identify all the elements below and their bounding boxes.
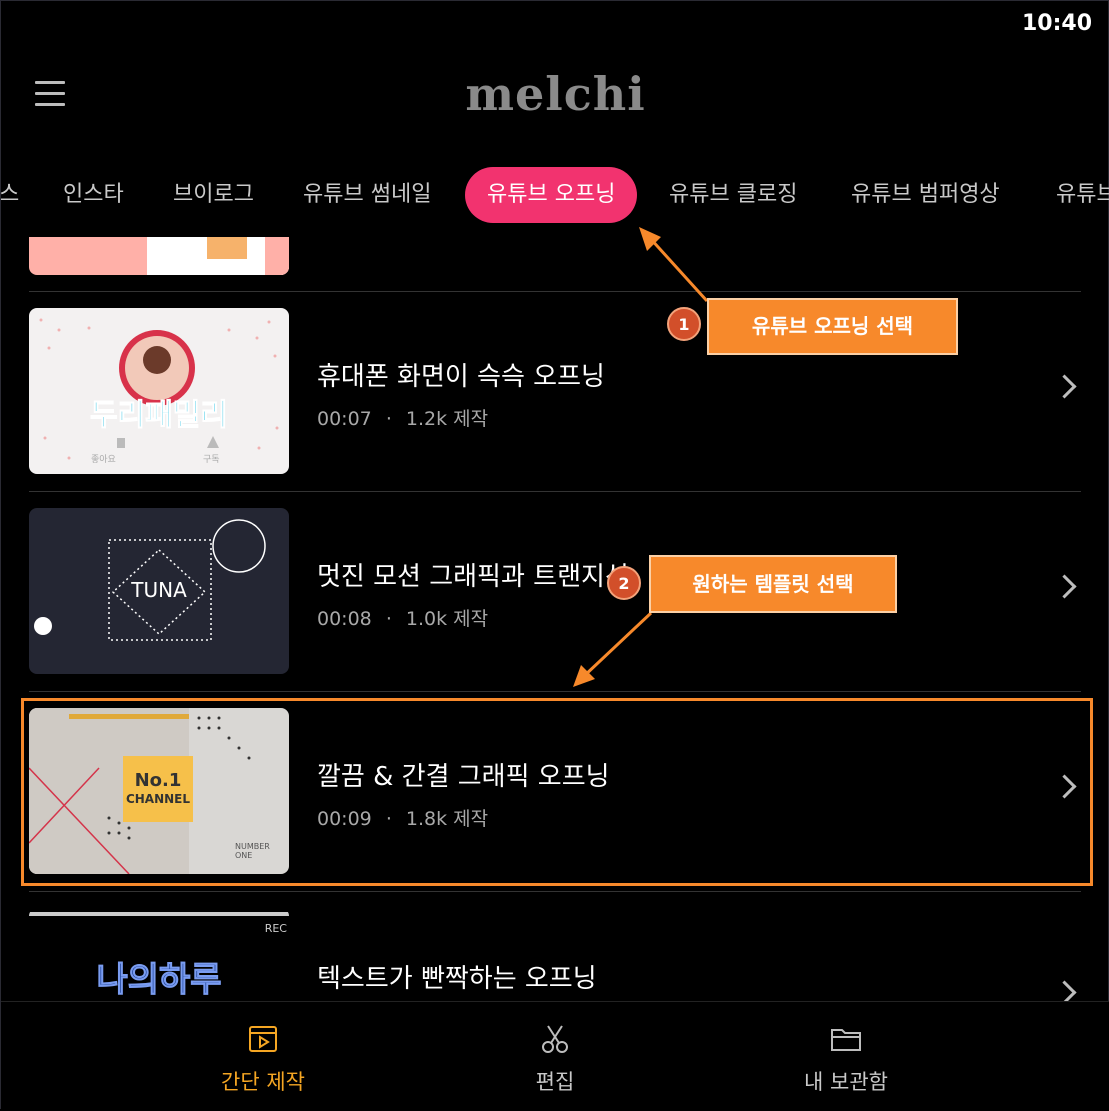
bottom-navigation: 간단 제작 편집 내 보관함 bbox=[1, 1001, 1109, 1111]
callout-select-template: 원하는 템플릿 선택 bbox=[649, 555, 897, 613]
nav-label: 간단 제작 bbox=[221, 1070, 305, 1094]
scissors-icon bbox=[542, 1025, 568, 1053]
annotation-arrows bbox=[573, 227, 709, 687]
video-icon bbox=[249, 1026, 277, 1052]
nav-label: 내 보관함 bbox=[804, 1070, 888, 1094]
nav-label: 편집 bbox=[535, 1070, 575, 1094]
step-badge-1: 1 bbox=[667, 307, 701, 341]
folder-icon bbox=[831, 1029, 861, 1051]
nav-quick-create[interactable]: 간단 제작 bbox=[163, 1024, 363, 1096]
nav-my-storage[interactable]: 내 보관함 bbox=[746, 1024, 946, 1096]
step-badge-2: 2 bbox=[607, 566, 641, 600]
callout-select-youtube-opening: 유튜브 오프닝 선택 bbox=[707, 298, 958, 355]
nav-edit[interactable]: 편집 bbox=[455, 1024, 655, 1096]
app-screen: 10:40 melchi 스 인스타 브이로그 유튜브 썸네일 유튜브 오프닝 … bbox=[0, 0, 1109, 1111]
